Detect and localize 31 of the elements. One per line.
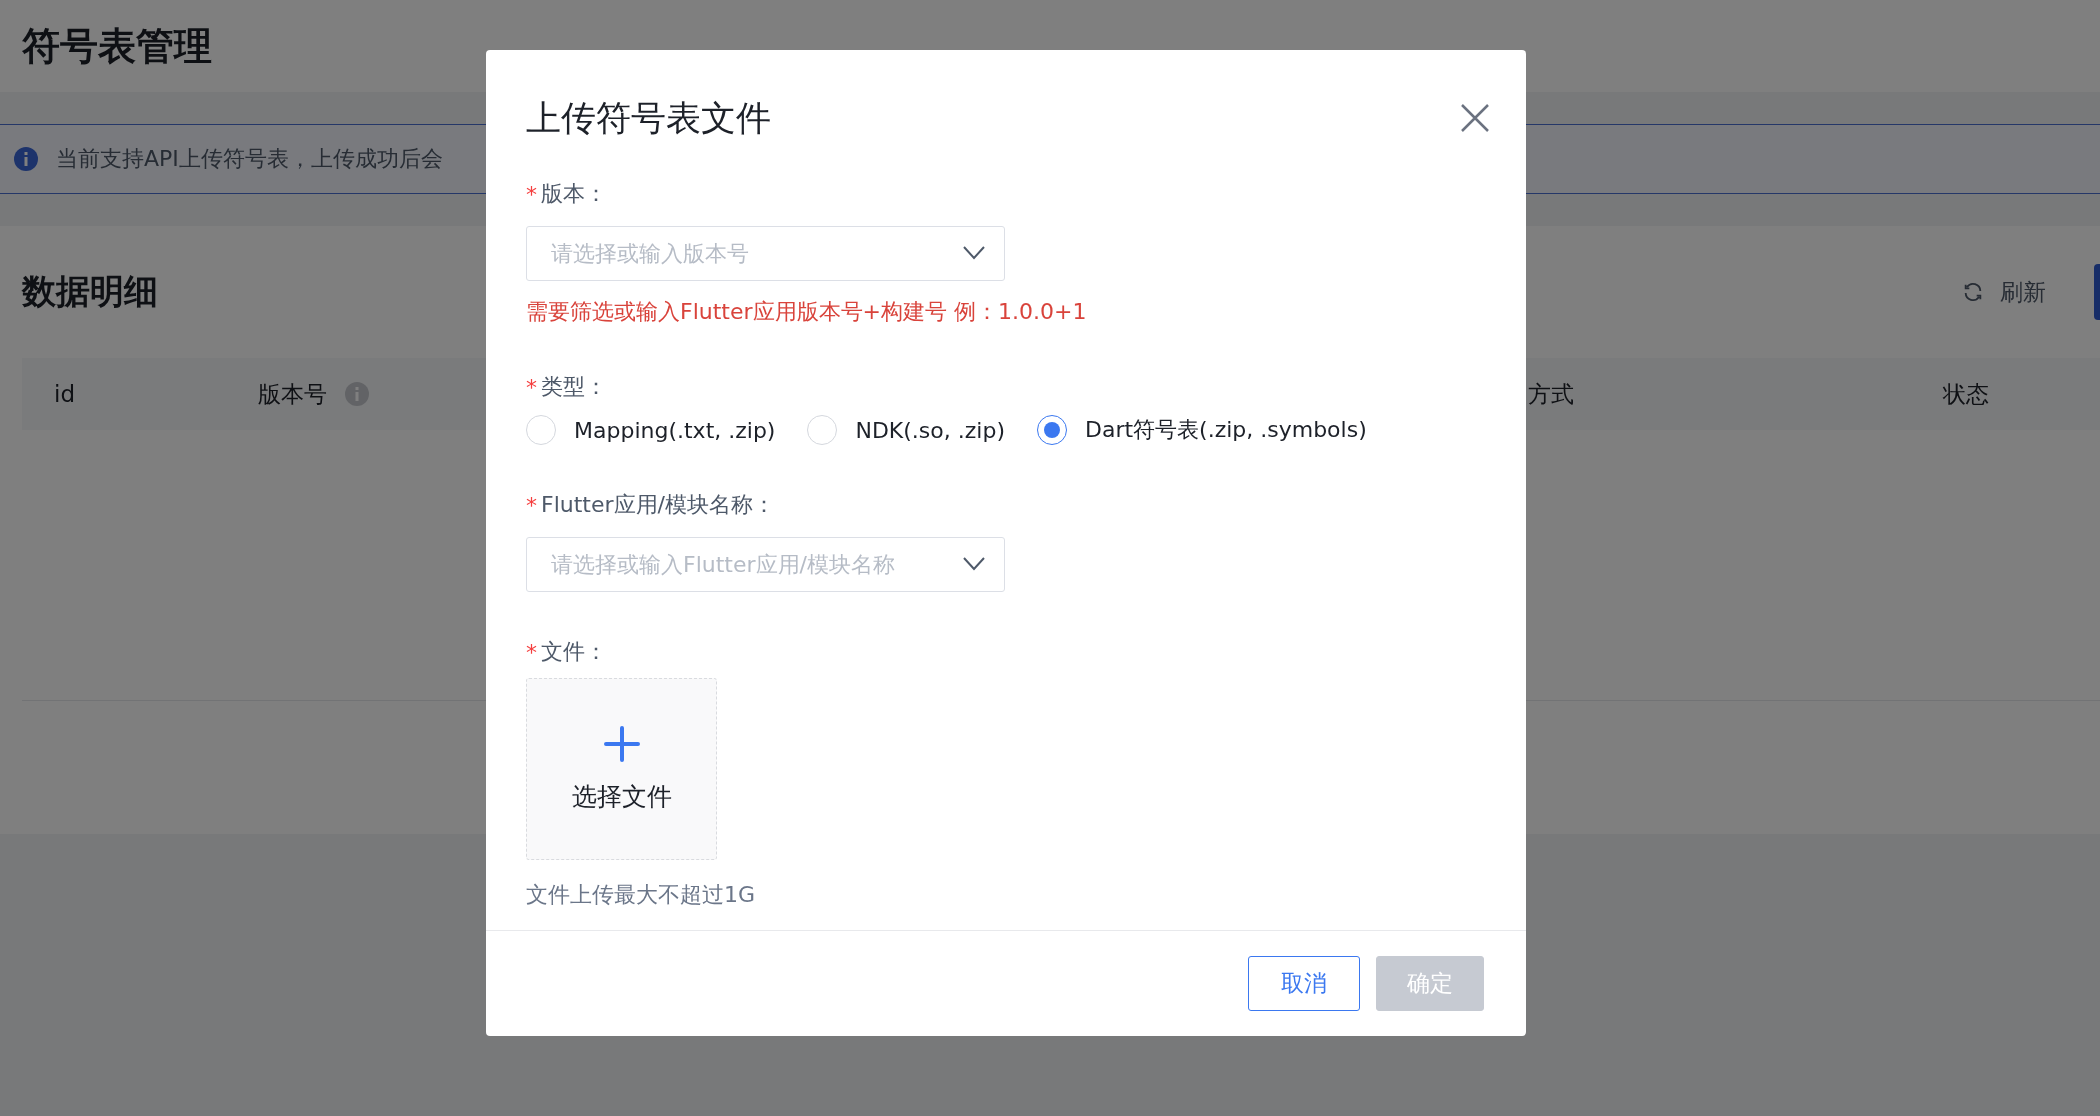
radio-label[interactable]: NDK(.so, .zip)	[855, 417, 1005, 443]
field-label: Flutter应用/模块名称：	[541, 491, 775, 519]
cancel-button[interactable]: 取消	[1248, 956, 1360, 1011]
column-header: 状态	[1943, 379, 1989, 409]
plus-icon	[603, 725, 640, 762]
select-field[interactable]: 请选择或输入Flutter应用/模块名称	[526, 537, 1005, 592]
error-hint: 需要筛选或输入Flutter应用版本号+构建号 例：1.0.0+1	[526, 298, 1088, 326]
info-icon	[14, 147, 38, 171]
required-mark: *	[526, 181, 537, 207]
chevron-down-icon	[963, 246, 985, 260]
required-mark: *	[526, 639, 537, 665]
required-mark: *	[526, 374, 537, 400]
page-title: 符号表管理	[22, 22, 212, 70]
radio-label[interactable]: Mapping(.txt, .zip)	[574, 417, 776, 443]
column-header: id	[54, 381, 75, 407]
field-label: 版本：	[541, 180, 607, 208]
column-header: 方式	[1528, 379, 1574, 409]
upload-button[interactable]: 选择文件	[526, 678, 717, 860]
refresh-button[interactable]: 刷新	[1962, 276, 2046, 308]
radio-label[interactable]: Dart符号表(.zip, .symbols)	[1084, 415, 1367, 445]
refresh-icon	[1962, 281, 1984, 303]
section-title: 数据明细	[22, 270, 158, 313]
banner-text: 当前支持API上传符号表，上传成功后会	[56, 145, 443, 173]
field-label: 文件：	[541, 638, 607, 666]
chevron-down-icon	[963, 557, 985, 571]
required-mark: *	[526, 492, 537, 518]
dialog-title: 上传符号表文件	[526, 96, 771, 140]
column-header: 版本号	[258, 379, 327, 409]
select-field[interactable]: 请选择或输入版本号	[526, 226, 1005, 281]
field-label: 类型：	[541, 373, 607, 401]
upload-hint: 文件上传最大不超过1G	[526, 881, 757, 909]
